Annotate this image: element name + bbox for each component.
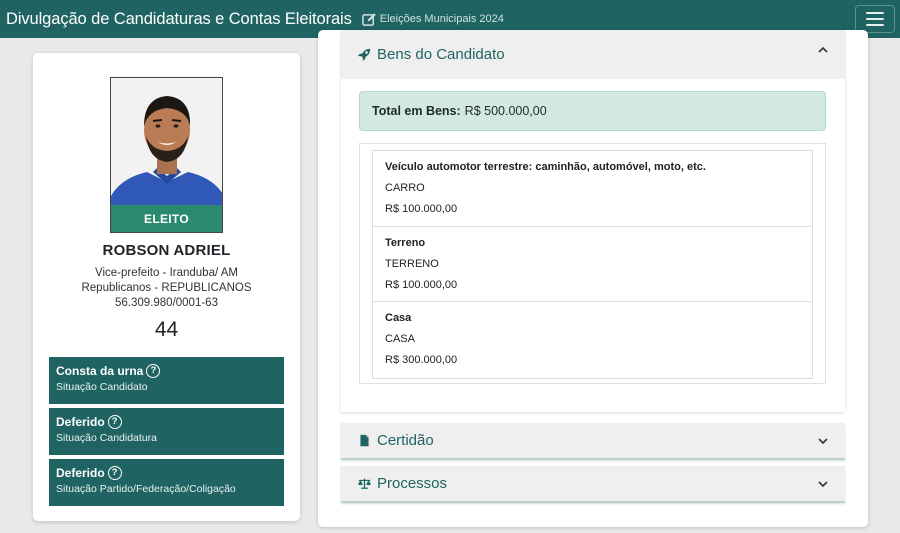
bem-description: TERRENO xyxy=(385,257,439,270)
accordion-bens: Bens do Candidato Total em Bens: R$ 500.… xyxy=(341,30,845,412)
status-box-candidato: Consta da urna ? Situação Candidato xyxy=(49,357,284,404)
status-title-text: Deferido xyxy=(56,466,105,480)
status-title: Consta da urna ? xyxy=(56,364,277,378)
election-subtitle: Eleições Municipais 2024 xyxy=(379,13,504,25)
chevron-down-icon xyxy=(818,481,828,488)
bem-value: R$ 100.000,00 xyxy=(385,203,458,215)
file-icon xyxy=(360,434,369,447)
hamburger-icon-line xyxy=(866,18,884,20)
status-subtitle: Situação Partido/Federação/Coligação xyxy=(56,483,236,495)
bens-list: Veículo automotor terrestre: caminhão, a… xyxy=(372,150,813,379)
bem-type: Veículo automotor terrestre: caminhão, a… xyxy=(385,161,706,173)
chevron-up-icon xyxy=(818,46,828,53)
bem-value: R$ 300.000,00 xyxy=(385,354,458,366)
accordion-title-certidao: Certidão xyxy=(377,432,434,449)
status-subtitle: Situação Candidato xyxy=(56,381,148,393)
hamburger-icon-line xyxy=(866,12,884,14)
bem-type: Terreno xyxy=(385,236,426,249)
candidate-number: 44 xyxy=(154,318,179,341)
status-title: Deferido ? xyxy=(56,415,277,429)
status-title-text: Deferido xyxy=(56,415,105,429)
bem-type: Casa xyxy=(385,312,412,324)
accordion-title-processos: Processos xyxy=(377,475,448,492)
balance-scale-icon xyxy=(358,478,371,489)
status-box-candidatura: Deferido ? Situação Candidatura xyxy=(49,408,284,455)
edit-icon xyxy=(361,12,376,26)
status-title: Deferido ? xyxy=(56,466,277,480)
question-circle-icon[interactable]: ? xyxy=(146,364,161,378)
candidate-cnpj: 56.309.980/0001-63 xyxy=(115,297,218,309)
candidate-card: ELEITO ROBSON ADRIEL Vice-prefeito - Ira… xyxy=(33,53,300,521)
candidate-office: Vice-prefeito - Iranduba/ AM xyxy=(95,267,238,279)
hamburger-icon-line xyxy=(866,24,884,26)
menu-toggle-button[interactable] xyxy=(855,5,895,33)
accordion-header-bens[interactable]: Bens do Candidato xyxy=(341,30,845,79)
list-item: Terreno TERRENO R$ 100.000,00 xyxy=(373,227,812,302)
total-bens-value: R$ 500.000,00 xyxy=(464,104,547,118)
total-bens-label: Total em Bens: xyxy=(372,104,461,118)
list-item: Casa CASA R$ 300.000,00 xyxy=(373,302,812,378)
bem-description: CASA xyxy=(385,333,415,345)
bem-value: R$ 100.000,00 xyxy=(385,278,458,291)
status-subtitle: Situação Candidatura xyxy=(56,432,157,444)
candidate-name: ROBSON ADRIEL xyxy=(102,242,231,259)
accordion-header-certidao[interactable]: Certidão xyxy=(341,423,845,460)
question-circle-icon[interactable]: ? xyxy=(107,415,122,429)
app-title[interactable]: Divulgação de Candidaturas e Contas Elei… xyxy=(6,10,352,29)
chevron-down-icon xyxy=(818,438,828,445)
status-box-partido: Deferido ? Situação Partido/Federação/Co… xyxy=(49,459,284,506)
accordion-certidao: Certidão xyxy=(341,423,845,460)
accordion-title-bens: Bens do Candidato xyxy=(377,46,505,63)
list-item: Veículo automotor terrestre: caminhão, a… xyxy=(373,151,812,227)
status-title-text: Consta da urna xyxy=(56,364,144,378)
details-card: Bens do Candidato Total em Bens: R$ 500.… xyxy=(318,30,868,527)
rocket-icon xyxy=(358,48,371,61)
accordion-processos: Processos xyxy=(341,466,845,503)
candidate-party: Republicanos - REPUBLICANOS xyxy=(81,282,252,294)
total-bens-alert: Total em Bens: R$ 500.000,00 xyxy=(359,91,826,131)
elected-badge: ELEITO xyxy=(111,205,222,232)
accordion-header-processos[interactable]: Processos xyxy=(341,466,845,503)
candidate-photo: ELEITO xyxy=(110,77,223,233)
bens-list-container: Veículo automotor terrestre: caminhão, a… xyxy=(359,143,826,384)
question-circle-icon[interactable]: ? xyxy=(107,466,122,480)
bem-description: CARRO xyxy=(385,182,425,194)
